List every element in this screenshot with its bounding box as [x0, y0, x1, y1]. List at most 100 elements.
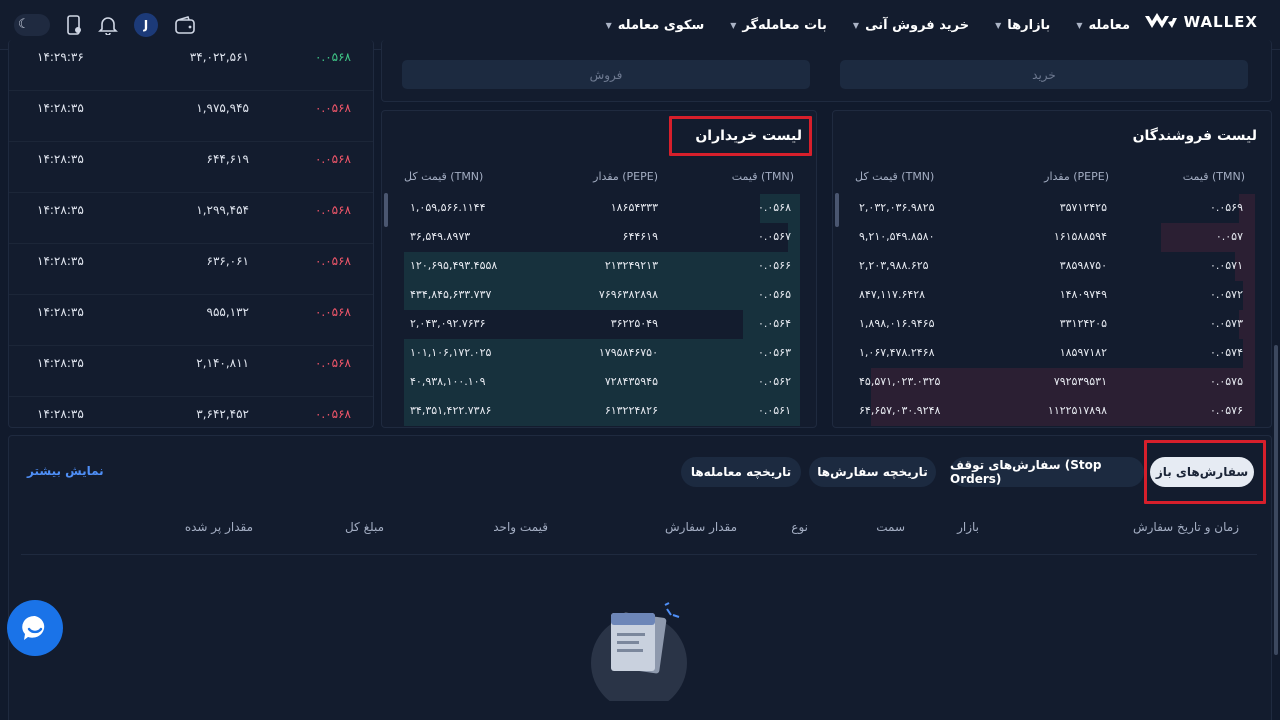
buyers-total: ۴۳۴,۸۴۵,۶۳۳.۷۳۷ [410, 288, 492, 301]
buyers-amount: ۳۶۲۲۵۰۴۹ [610, 317, 658, 330]
nav-bot-label: بات معامله‌گر [742, 17, 827, 33]
buyers-row[interactable]: ۰.۰۵۶۴ ۳۶۲۲۵۰۴۹ ۲,۰۴۳,۰۹۲.۷۶۳۶ [396, 310, 800, 339]
orders-panel: سفارش‌های باز سفارش‌های توقف (Stop Order… [8, 435, 1272, 720]
buyers-amount: ۱۸۶۵۴۳۳۳ [610, 201, 658, 214]
buy-button[interactable]: خرید [840, 60, 1248, 89]
buyers-row[interactable]: ۰.۰۵۶۶ ۲۱۳۲۴۹۲۱۳ ۱۲۰,۶۹۵,۴۹۳.۴۵۵۸ [396, 252, 800, 281]
buyers-amount: ۷۶۹۶۳۸۲۸۹۸ [598, 288, 658, 301]
buyers-price: ۰.۰۵۶۴ [757, 317, 791, 330]
buyers-amount: ۷۲۸۴۳۵۹۴۵ [604, 375, 658, 388]
nav-markets-label: بازارها [1007, 17, 1051, 33]
sellers-price: ۰.۰۵۷۵ [1209, 375, 1243, 388]
buyers-row[interactable]: ۰.۰۵۶۷ ۶۴۴۶۱۹ ۳۶,۵۴۹.۸۹۷۳ [396, 223, 800, 252]
buyers-total-header: قیمت کل (TMN) [404, 170, 484, 183]
open-orders-highlight [1144, 440, 1266, 504]
sell-button[interactable]: فروش [402, 60, 810, 89]
tab-order-history[interactable]: تاریخچه سفارش‌ها [809, 457, 936, 487]
trade-time: ۱۴:۲۹:۳۶ [37, 50, 84, 64]
avatar[interactable]: J [134, 13, 158, 37]
bell-icon[interactable] [98, 15, 118, 35]
depth-bar [1242, 281, 1255, 310]
trade-row: ۱۴:۲۹:۳۶ ۳۴,۰۲۲,۵۶۱ ۰.۰۵۶۸ [9, 40, 373, 91]
col-unit-price: قیمت واحد [493, 520, 548, 534]
trade-price: ۰.۰۵۶۸ [314, 305, 351, 319]
buyers-total: ۱۰۱,۱۰۶,۱۷۲.۰۲۵ [410, 346, 492, 359]
nav-instant[interactable]: خرید فروش آنی ▼ [853, 18, 969, 33]
wallet-icon[interactable] [174, 15, 196, 35]
trade-row: ۱۴:۲۸:۳۵ ۳,۶۴۲,۴۵۲ ۰.۰۵۶۸ [9, 397, 373, 427]
trade-price: ۰.۰۵۶۸ [314, 152, 351, 166]
col-type: نوع [791, 520, 808, 534]
buyers-title-highlight [669, 116, 812, 156]
show-more-link[interactable]: نمایش بیشتر [27, 464, 104, 478]
trade-amount: ۶۴۴,۶۱۹ [206, 152, 250, 166]
sellers-total: ۶۴,۶۵۷,۰۳۰.۹۲۴۸ [859, 404, 941, 417]
sellers-total-header: قیمت کل (TMN) [855, 170, 935, 183]
trade-amount: ۹۵۵,۱۳۲ [206, 305, 250, 319]
buyers-price: ۰.۰۵۶۵ [757, 288, 791, 301]
page-scrollbar[interactable] [1274, 345, 1278, 655]
buyers-price: ۰.۰۵۶۶ [757, 259, 791, 272]
buyers-row[interactable]: ۰.۰۵۶۸ ۱۸۶۵۴۳۳۳ ۱,۰۵۹,۵۶۶.۱۱۴۴ [396, 194, 800, 223]
buyers-row[interactable]: ۰.۰۵۶۱ ۶۱۳۲۲۴۸۲۶ ۳۴,۳۵۱,۴۲۲.۷۳۸۶ [396, 397, 800, 426]
sellers-total: ۲,۰۳۲,۰۳۶.۹۸۲۵ [859, 201, 935, 214]
sellers-row[interactable]: ۰.۰۵۷۲ ۱۴۸۰۹۷۴۹ ۸۴۷,۱۱۷.۶۴۲۸ [847, 281, 1255, 310]
trade-time: ۱۴:۲۸:۳۵ [37, 407, 84, 421]
nav-platform-label: سکوی معامله [617, 17, 705, 33]
trade-amount: ۱,۹۷۵,۹۴۵ [196, 101, 249, 115]
col-order-amount: مقدار سفارش [665, 520, 737, 534]
buyers-price: ۰.۰۵۶۱ [757, 404, 791, 417]
buyers-row[interactable]: ۰.۰۵۶۲ ۷۲۸۴۳۵۹۴۵ ۴۰,۹۳۸,۱۰۰.۱۰۹ [396, 368, 800, 397]
nav-markets[interactable]: بازارها ▼ [995, 18, 1050, 33]
chevron-down-icon: ▼ [852, 20, 860, 30]
buyers-total: ۳۶,۵۴۹.۸۹۷۳ [410, 230, 471, 243]
sellers-row[interactable]: ۰.۰۵۷۱ ۳۸۵۹۸۷۵۰ ۲,۲۰۳,۹۸۸.۶۲۵ [847, 252, 1255, 281]
sellers-amount: ۱۶۱۵۸۸۵۹۴ [1053, 230, 1107, 243]
col-total: مبلغ کل [344, 520, 384, 534]
buyers-row[interactable]: ۰.۰۵۶۵ ۷۶۹۶۳۸۲۸۹۸ ۴۳۴,۸۴۵,۶۳۳.۷۳۷ [396, 281, 800, 310]
recent-trades-panel: ۱۴:۲۹:۳۶ ۳۴,۰۲۲,۵۶۱ ۰.۰۵۶۸ ۱۴:۲۸:۳۵ ۱,۹۷۵,۹۴… [8, 40, 374, 428]
trade-price: ۰.۰۵۶۸ [314, 203, 351, 217]
trade-amount: ۶۳۶,۰۶۱ [206, 254, 250, 268]
sellers-title: لیست فروشندگان [1132, 128, 1257, 144]
theme-toggle[interactable]: ☾ [14, 14, 50, 36]
sellers-price: ۰.۰۵۷۶ [1209, 404, 1243, 417]
tab-trade-history[interactable]: تاریخچه معامله‌ها [681, 457, 801, 487]
support-chat-button[interactable] [7, 600, 63, 656]
wallet-icon-svg [175, 16, 195, 34]
wallex-logo[interactable]: WALLEX [1144, 12, 1258, 32]
sellers-row[interactable]: ۰.۰۵۷ ۱۶۱۵۸۸۵۹۴ ۹,۲۱۰,۵۴۹.۸۵۸۰ [847, 223, 1255, 252]
buyers-total: ۲,۰۴۳,۰۹۲.۷۶۳۶ [410, 317, 486, 330]
nav-platform[interactable]: سکوی معامله ▼ [606, 18, 705, 33]
sellers-amount: ۳۳۱۲۴۲۰۵ [1059, 317, 1107, 330]
buyers-amount: ۶۴۴۶۱۹ [622, 230, 658, 243]
buyers-orderbook: لیست خریداران قیمت (TMN) مقدار (PEPE) قی… [381, 110, 817, 428]
nav-trade[interactable]: معامله ▼ [1076, 18, 1130, 33]
buyers-total: ۳۴,۳۵۱,۴۲۲.۷۳۸۶ [410, 404, 492, 417]
sellers-row[interactable]: ۰.۰۵۷۳ ۳۳۱۲۴۲۰۵ ۱,۸۹۸,۰۱۶.۹۴۶۵ [847, 310, 1255, 339]
sellers-row[interactable]: ۰.۰۵۷۴ ۱۸۵۹۷۱۸۲ ۱,۰۶۷,۴۷۸.۲۴۶۸ [847, 339, 1255, 368]
sellers-row[interactable]: ۰.۰۵۷۶ ۱۱۲۲۵۱۷۸۹۸ ۶۴,۶۵۷,۰۳۰.۹۲۴۸ [847, 397, 1255, 426]
nav-instant-label: خرید فروش آنی [865, 17, 970, 33]
buyers-scrollbar[interactable] [384, 193, 388, 227]
sellers-scrollbar[interactable] [835, 193, 839, 227]
sellers-amount: ۱۸۵۹۷۱۸۲ [1059, 346, 1107, 359]
trade-amount: ۳۴,۰۲۲,۵۶۱ [189, 50, 249, 64]
sellers-row[interactable]: ۰.۰۵۶۹ ۳۵۷۱۲۴۲۵ ۲,۰۳۲,۰۳۶.۹۸۲۵ [847, 194, 1255, 223]
phone-icon[interactable] [66, 15, 82, 35]
nav-bot[interactable]: بات معامله‌گر ▼ [730, 18, 827, 33]
buyers-row[interactable]: ۰.۰۵۶۳ ۱۷۹۵۸۴۶۷۵۰ ۱۰۱,۱۰۶,۱۷۲.۰۲۵ [396, 339, 800, 368]
buyers-total: ۱۲۰,۶۹۵,۴۹۳.۴۵۵۸ [410, 259, 498, 272]
sellers-amount-header: مقدار (PEPE) [1044, 170, 1109, 183]
chevron-down-icon: ▼ [1076, 20, 1083, 30]
divider [21, 554, 1257, 555]
trade-time: ۱۴:۲۸:۳۵ [37, 356, 84, 370]
col-market: بازار [957, 520, 979, 534]
buyers-amount: ۶۱۳۲۲۴۸۲۶ [604, 404, 658, 417]
trade-amount: ۱,۲۹۹,۴۵۴ [196, 203, 249, 217]
empty-document-icon [591, 602, 687, 711]
buyers-price: ۰.۰۵۶۷ [757, 230, 791, 243]
buyers-amount: ۲۱۳۲۴۹۲۱۳ [604, 259, 658, 272]
sellers-row[interactable]: ۰.۰۵۷۵ ۷۹۲۵۳۹۵۳۱ ۴۵,۵۷۱,۰۲۳.۰۳۲۵ [847, 368, 1255, 397]
tab-stop-orders[interactable]: سفارش‌های توقف (Stop Orders) [950, 457, 1144, 487]
